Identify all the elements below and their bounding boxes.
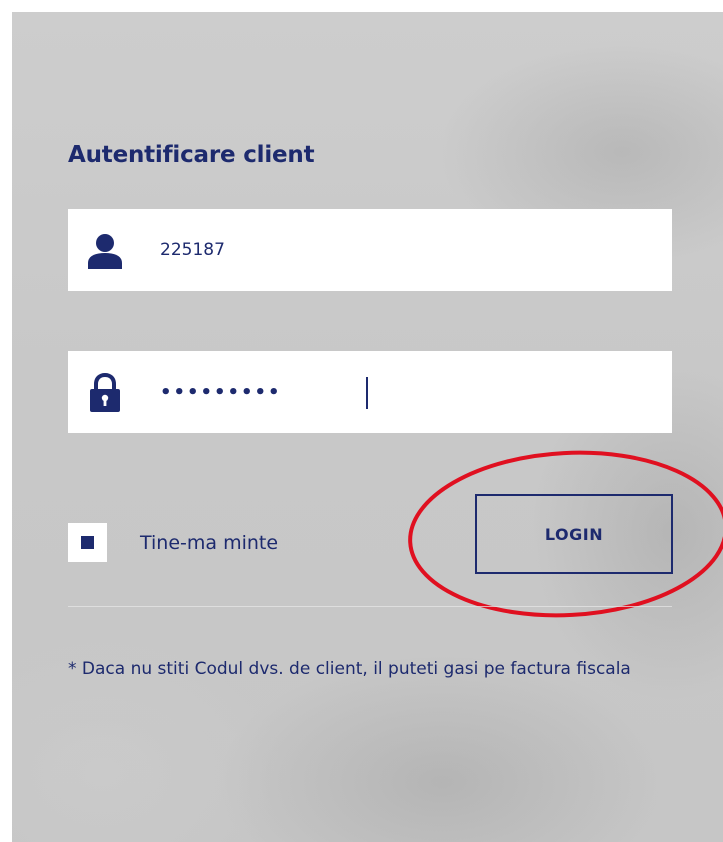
- login-panel: Autentificare client Tine-ma minte LOGIN…: [12, 12, 723, 842]
- text-caret: [366, 377, 368, 409]
- remember-me-checkbox[interactable]: [68, 523, 107, 562]
- password-input[interactable]: [160, 373, 640, 411]
- login-button[interactable]: LOGIN: [475, 494, 673, 574]
- client-code-field[interactable]: [68, 209, 672, 291]
- divider: [68, 606, 672, 607]
- password-field[interactable]: [68, 351, 672, 433]
- user-icon: [88, 234, 122, 269]
- form-title: Autentificare client: [68, 142, 315, 168]
- checkbox-mark: [81, 536, 94, 549]
- client-code-hint: * Daca nu stiti Codul dvs. de client, il…: [68, 659, 631, 679]
- lock-icon: [90, 373, 120, 412]
- remember-me-toggle[interactable]: Tine-ma minte: [68, 523, 278, 562]
- remember-me-label: Tine-ma minte: [140, 531, 279, 554]
- client-code-input[interactable]: [160, 231, 640, 269]
